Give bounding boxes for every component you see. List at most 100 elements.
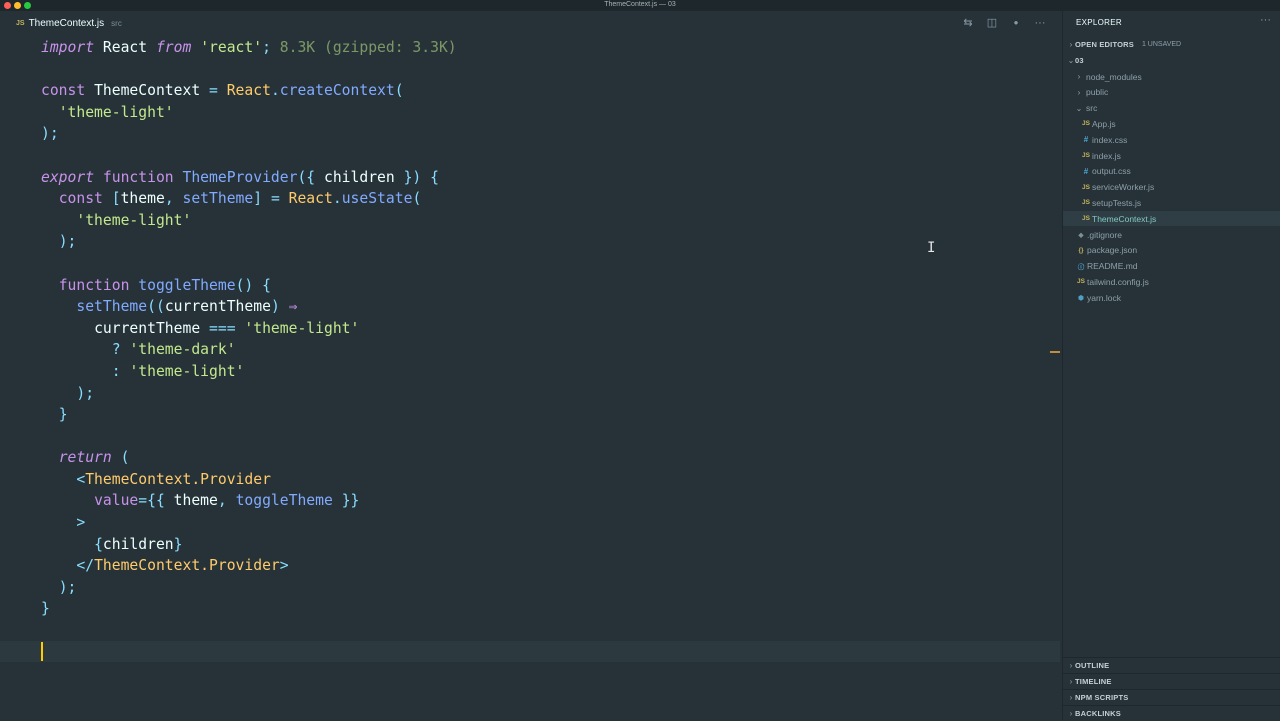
compare-changes-icon[interactable]: ⇆ bbox=[962, 16, 974, 30]
tree-item-label: .gitignore bbox=[1087, 229, 1122, 240]
code-line-24: {children} bbox=[94, 535, 183, 553]
chevron-right-icon: › bbox=[1069, 40, 1073, 49]
code-line-20: return ( bbox=[58, 449, 130, 467]
tree-item-yarn-lock[interactable]: ⬢ yarn.lock bbox=[1063, 290, 1280, 305]
markdown-file-icon: ⓘ bbox=[1077, 264, 1085, 272]
section-backlinks[interactable]: › BACKLINKS bbox=[1063, 705, 1280, 721]
code-line-27: } bbox=[41, 600, 50, 618]
tree-item-index-css[interactable]: # index.css bbox=[1063, 132, 1280, 147]
tree-item-label: yarn.lock bbox=[1087, 292, 1122, 303]
explorer-more-icon[interactable]: ··· bbox=[1260, 14, 1271, 26]
section-timeline[interactable]: › TIMELINE bbox=[1063, 673, 1280, 689]
code-line-7: export function ThemeProvider({ children… bbox=[41, 168, 439, 186]
json-file-icon: {} bbox=[1078, 246, 1084, 254]
editor-tab-bar: JS ThemeContext.js src ⇆ ◫ ● ··· bbox=[0, 11, 1060, 35]
js-file-icon: JS bbox=[1077, 278, 1085, 286]
code-line-9: 'theme-light' bbox=[76, 211, 192, 229]
explorer-title: EXPLORER bbox=[1076, 18, 1122, 27]
css-file-icon: # bbox=[1083, 166, 1089, 176]
tree-item-gitignore[interactable]: ◆ .gitignore bbox=[1063, 227, 1280, 242]
js-file-icon: JS bbox=[1082, 152, 1090, 159]
tree-item-readme-md[interactable]: ⓘ README.md bbox=[1063, 259, 1280, 274]
tab-path: src bbox=[111, 18, 122, 28]
code-line-8: const [theme, setTheme] = React.useState… bbox=[58, 190, 422, 208]
js-file-icon: JS bbox=[1082, 199, 1090, 207]
editor-actions: ⇆ ◫ ● ··· bbox=[962, 16, 1046, 30]
code-line-13: setTheme((currentTheme) ⇒ bbox=[76, 298, 298, 316]
code-editor[interactable]: import React from 'react'; 8.3K (gzipped… bbox=[0, 35, 1060, 720]
explorer-sidebar: EXPLORER ··· › OPEN EDITORS 1 UNSAVED ⌄ … bbox=[1062, 11, 1280, 720]
js-file-icon: JS bbox=[1082, 120, 1090, 128]
code-line-25: </ThemeContext.Provider> bbox=[76, 557, 289, 575]
tree-item-label: serviceWorker.js bbox=[1092, 182, 1155, 193]
code-line-17: ); bbox=[76, 384, 95, 402]
code-line-3: const ThemeContext = React.createContext… bbox=[41, 82, 404, 100]
tree-item-output-css[interactable]: # output.css bbox=[1063, 164, 1280, 179]
current-line-highlight bbox=[0, 641, 1060, 662]
unsaved-badge: 1 UNSAVED bbox=[1141, 41, 1182, 48]
chevron-right-icon: › bbox=[1069, 677, 1073, 686]
tree-item-label: ThemeContext.js bbox=[1092, 213, 1157, 224]
more-actions-icon[interactable]: ··· bbox=[1034, 16, 1046, 30]
code-line-14: currentTheme === 'theme-light' bbox=[94, 319, 360, 337]
chevron-down-icon: ⌄ bbox=[1075, 103, 1083, 113]
css-file-icon: # bbox=[1083, 135, 1089, 145]
overview-ruler-marker bbox=[1050, 351, 1060, 353]
tree-item-label: output.css bbox=[1092, 166, 1131, 177]
chevron-right-icon: › bbox=[1077, 72, 1081, 81]
tree-item-setuptests-js[interactable]: JS setupTests.js bbox=[1063, 195, 1280, 210]
tree-item-app-js[interactable]: JS App.js bbox=[1063, 116, 1280, 131]
code-line-4: 'theme-light' bbox=[58, 103, 174, 121]
tree-item-label: setupTests.js bbox=[1092, 197, 1142, 208]
code-line-12: function toggleTheme() { bbox=[58, 276, 271, 294]
mouse-ibeam-icon: I bbox=[927, 240, 936, 256]
js-file-icon: JS bbox=[16, 19, 25, 27]
tree-item-index-js[interactable]: JS index.js bbox=[1063, 148, 1280, 163]
code-line-15: ? 'theme-dark' bbox=[111, 341, 236, 359]
tab-themecontext[interactable]: JS ThemeContext.js src bbox=[0, 11, 132, 35]
code-line-21: <ThemeContext.Provider bbox=[76, 470, 271, 488]
tree-item-label: index.js bbox=[1092, 150, 1121, 161]
section-npm-scripts[interactable]: › NPM SCRIPTS bbox=[1063, 689, 1280, 705]
chevron-down-icon: ⌄ bbox=[1067, 56, 1075, 65]
split-editor-icon[interactable]: ◫ bbox=[986, 16, 998, 30]
git-file-icon: ◆ bbox=[1078, 231, 1084, 239]
tree-item-label: package.json bbox=[1087, 245, 1138, 256]
code-line-22: value={{ theme, toggleTheme }} bbox=[94, 492, 360, 510]
chevron-right-icon: › bbox=[1069, 709, 1073, 718]
code-line-5: ); bbox=[41, 125, 59, 143]
tree-item-label: src bbox=[1086, 103, 1098, 114]
window-title-bar: ThemeContext.js — 03 bbox=[0, 0, 1280, 11]
tree-item-serviceworker-js[interactable]: JS serviceWorker.js bbox=[1063, 180, 1280, 195]
section-outline[interactable]: › OUTLINE bbox=[1063, 657, 1280, 673]
code-line-16: : 'theme-light' bbox=[111, 362, 245, 380]
code-line-18: } bbox=[58, 406, 68, 424]
tree-item-node-modules[interactable]: › node_modules bbox=[1063, 69, 1280, 84]
chevron-right-icon: › bbox=[1077, 87, 1081, 97]
text-cursor bbox=[41, 642, 43, 661]
section-root-folder[interactable]: ⌄ 03 bbox=[1063, 53, 1280, 68]
tab-label: ThemeContext.js bbox=[28, 17, 105, 29]
chevron-right-icon: › bbox=[1069, 661, 1073, 670]
tree-item-themecontext-js[interactable]: JS ThemeContext.js bbox=[1063, 211, 1280, 227]
tree-item-tailwind-config-js[interactable]: JS tailwind.config.js bbox=[1063, 274, 1280, 289]
import-cost-hint: 8.3K (gzipped: 3.3K) bbox=[279, 39, 457, 56]
code-content[interactable]: import React from 'react'; 8.3K (gzipped… bbox=[41, 37, 457, 620]
unsaved-dot-icon[interactable]: ● bbox=[1010, 16, 1022, 30]
tree-item-public[interactable]: › public bbox=[1063, 85, 1280, 100]
tree-item-package-json[interactable]: {} package.json bbox=[1063, 243, 1280, 258]
tree-item-label: public bbox=[1086, 87, 1109, 98]
tree-item-label: App.js bbox=[1092, 118, 1116, 129]
window-title: ThemeContext.js — 03 bbox=[604, 1, 676, 8]
chevron-right-icon: › bbox=[1069, 693, 1073, 702]
js-file-icon: JS bbox=[1082, 215, 1090, 223]
tree-item-label: tailwind.config.js bbox=[1087, 276, 1149, 287]
tree-item-label: README.md bbox=[1087, 261, 1138, 272]
code-line-26: ); bbox=[58, 578, 77, 596]
section-open-editors[interactable]: › OPEN EDITORS 1 UNSAVED bbox=[1063, 37, 1280, 52]
tree-item-src[interactable]: ⌄ src bbox=[1063, 101, 1280, 116]
code-line-23: > bbox=[76, 514, 86, 532]
